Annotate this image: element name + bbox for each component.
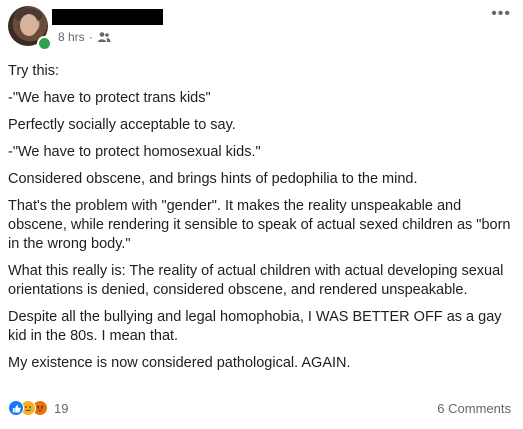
friends-icon[interactable] bbox=[97, 31, 111, 43]
like-icon bbox=[8, 400, 24, 416]
meta-separator: · bbox=[88, 30, 93, 44]
post-paragraph: Perfectly socially acceptable to say. bbox=[8, 117, 236, 133]
post-paragraph: -"We have to protect trans kids" bbox=[8, 90, 211, 106]
avatar-face bbox=[20, 14, 38, 36]
post-timestamp[interactable]: 8 hrs bbox=[58, 30, 85, 44]
post-footer: 19 6 Comments bbox=[8, 398, 515, 418]
post-paragraph: Considered obscene, and brings hints of … bbox=[8, 171, 418, 187]
more-options-icon[interactable]: ••• bbox=[491, 6, 511, 22]
post-body: Try this: -"We have to protect trans kid… bbox=[8, 62, 515, 381]
comments-count-link[interactable]: 6 Comments bbox=[437, 401, 511, 416]
post-paragraph: Try this: bbox=[8, 63, 60, 79]
post-paragraph: -"We have to protect homosexual kids." bbox=[8, 144, 261, 160]
post-paragraph: My existence is now considered pathologi… bbox=[8, 355, 351, 371]
post-paragraph: What this really is: The reality of actu… bbox=[8, 263, 504, 298]
redacted-author-name bbox=[52, 9, 163, 25]
facebook-post: 8 hrs · ••• Try this: -"We have to prote… bbox=[0, 0, 523, 429]
post-header: 8 hrs · ••• bbox=[8, 6, 515, 51]
post-meta: 8 hrs · bbox=[58, 30, 111, 44]
reactions-summary[interactable]: 19 bbox=[8, 400, 68, 416]
reaction-count: 19 bbox=[54, 400, 69, 416]
post-paragraph: That's the problem with "gender". It mak… bbox=[8, 198, 511, 252]
online-status-icon bbox=[37, 36, 52, 51]
post-paragraph: Despite all the bullying and legal homop… bbox=[8, 309, 502, 344]
